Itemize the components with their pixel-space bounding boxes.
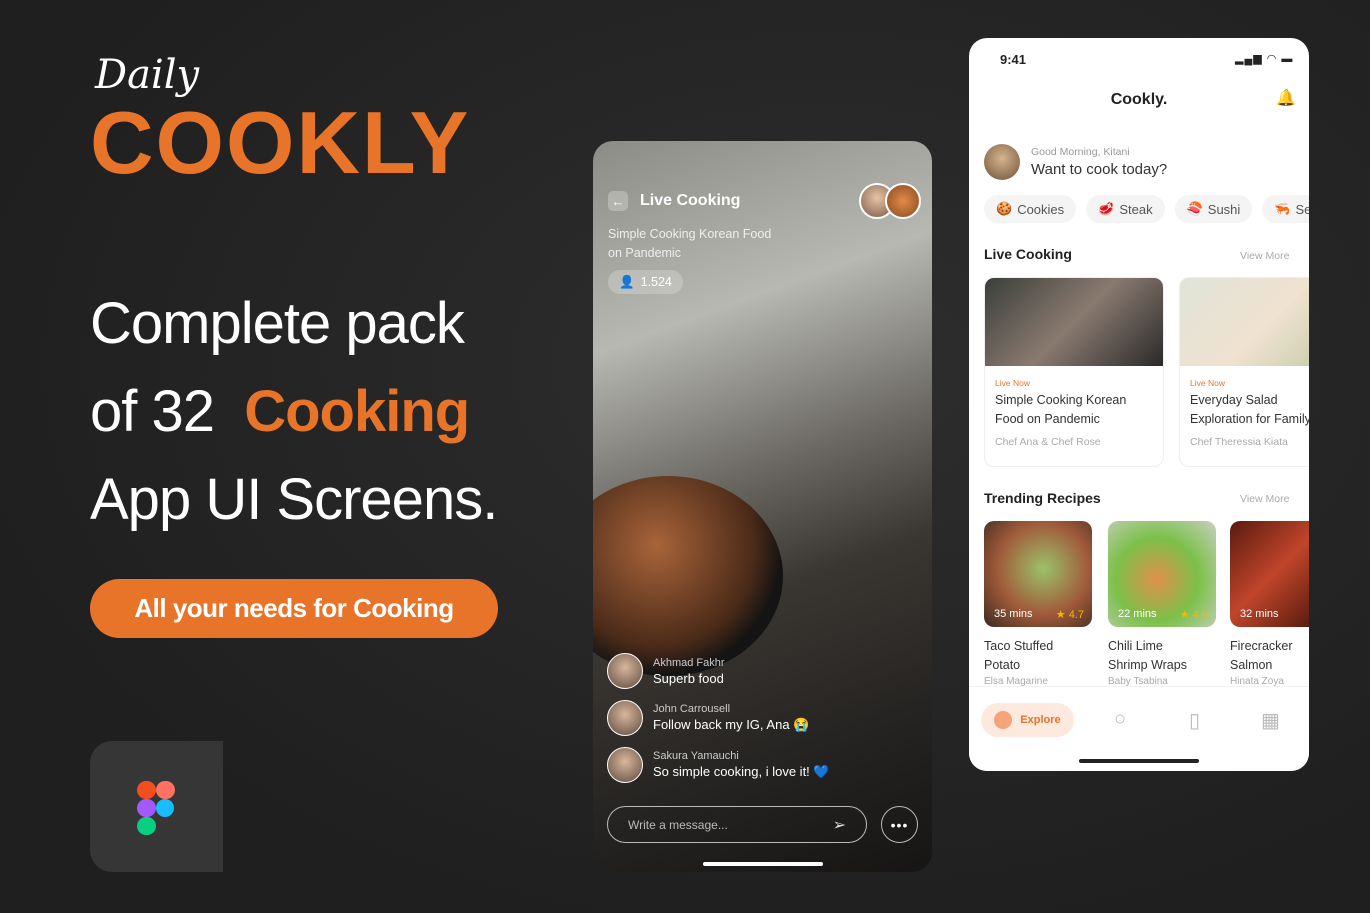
cookie-icon: 🍪	[996, 201, 1013, 216]
recipe-rating: ★ 4.6	[1179, 609, 1208, 621]
recipe-name: Firecracker	[1230, 639, 1293, 653]
cta-button[interactable]: All your needs for Cooking	[90, 579, 498, 638]
comment: Sakura Yamauchi So simple cooking, i love…	[607, 747, 830, 783]
cooking-photo	[593, 476, 783, 676]
recipe-card[interactable]: 35 mins ★ 4.7 Taco Stuffed Potato Elsa Mag…	[984, 521, 1092, 686]
chip-label: Steak	[1119, 201, 1153, 217]
nav-label: Explore	[1020, 714, 1061, 726]
recipe-name: Salmon	[1230, 658, 1273, 672]
bookmark-icon[interactable]: ▯	[1189, 708, 1200, 733]
card-chef: Chef Ana & Chef Rose	[995, 436, 1101, 448]
status-icons: ▂▄▆ ◠ ▬	[1235, 53, 1294, 65]
headline-accent: Cooking	[244, 379, 470, 444]
home-indicator	[1079, 759, 1199, 763]
headline-line-2: of 32 Cooking	[90, 378, 470, 445]
avatar	[607, 747, 643, 783]
recipe-author: Baby Tsabina	[1108, 676, 1168, 686]
figma-tile	[90, 741, 223, 872]
card-title: Exploration for Family	[1190, 412, 1309, 426]
live-cooking-screen: ← Live Cooking Simple Cooking Korean Foo…	[593, 141, 932, 872]
recipe-rating: ★ 4.7	[1055, 609, 1084, 621]
chip-label: Seafood	[1295, 201, 1310, 217]
recipe-card[interactable]: 22 mins ★ 4.6 Chili Lime Shrimp Wraps Baby…	[1108, 521, 1216, 686]
screen-title: Live Cooking	[640, 192, 741, 209]
app-title: Cookly.	[1110, 91, 1168, 108]
recipe-image: 32 mins★	[1230, 521, 1309, 627]
home-screen: 9:41 ▂▄▆ ◠ ▬ Cookly. 🔔 Good Morning, Kit…	[969, 38, 1309, 771]
chip-sushi[interactable]: 🍣 Sushi	[1174, 195, 1253, 223]
recipe-image: 35 mins ★ 4.7	[984, 521, 1092, 627]
chip-label: Cookies	[1017, 201, 1065, 217]
home-indicator	[703, 862, 823, 866]
comment-author: Sakura Yamauchi	[653, 750, 739, 762]
avatar	[607, 700, 643, 736]
viewer-count: 👤 1.524	[608, 270, 683, 294]
headline-text: of 32	[90, 379, 215, 444]
user-icon: 👤	[619, 274, 635, 289]
recipe-time: 32 mins	[1240, 608, 1279, 620]
card-title: Food on Pandemic	[995, 412, 1100, 426]
chip-cookies[interactable]: 🍪 Cookies	[984, 195, 1077, 223]
headline-line-3: App UI Screens.	[90, 467, 498, 532]
greeting-question: Want to cook today?	[1031, 161, 1168, 178]
category-chips: 🍪 Cookies 🥩 Steak 🍣 Sushi 🦐 Seafood	[984, 195, 1309, 223]
sushi-icon: 🍣	[1186, 201, 1203, 216]
comment-text: Follow back my IG, Ana 😭	[653, 717, 810, 732]
recipe-time: 22 mins	[1118, 608, 1157, 620]
message-placeholder: Write a message...	[628, 817, 728, 832]
greeting: Good Morning, Kitani	[1031, 146, 1130, 158]
message-input[interactable]: Write a message... ➢	[607, 806, 867, 843]
recipe-author: Hinata Zoya	[1230, 676, 1284, 686]
viewer-count-value: 1.524	[640, 275, 672, 289]
recipe-card[interactable]: 32 mins★ Firecracker Salmon Hinata Zoya	[1230, 521, 1309, 686]
live-badge: Live Now	[1190, 378, 1225, 388]
brand-logo: COOKLY	[90, 93, 471, 192]
comment: Akhmad Fakhr Superb food	[607, 653, 725, 689]
shrimp-icon: 🦐	[1274, 201, 1291, 216]
recipe-time: 35 mins	[994, 608, 1033, 620]
stream-subtitle: Simple Cooking Korean Food on Pandemic	[608, 227, 772, 260]
avatar	[607, 653, 643, 689]
card-title: Everyday Salad	[1190, 393, 1278, 407]
send-icon[interactable]: ➢	[833, 815, 846, 835]
recipe-image: 22 mins ★ 4.6	[1108, 521, 1216, 627]
more-options-button[interactable]: •••	[881, 806, 918, 843]
card-chef: Chef Theressia Kiata	[1190, 436, 1288, 448]
headline-line-1: Complete pack	[90, 291, 465, 356]
trending-heading: Trending Recipes	[984, 490, 1101, 506]
comment: John Carrousell Follow back my IG, Ana 😭	[607, 700, 809, 736]
view-more-link[interactable]: View More	[1240, 250, 1289, 262]
recipe-name: Shrimp Wraps	[1108, 658, 1187, 672]
recipe-author: Elsa Magarine	[984, 676, 1048, 686]
live-card[interactable]: Live Now Everyday Salad Exploration for …	[1179, 277, 1309, 467]
chip-label: Sushi	[1207, 201, 1241, 217]
host-avatar[interactable]	[885, 183, 921, 219]
live-badge: Live Now	[995, 378, 1030, 388]
recipe-name: Chili Lime	[1108, 639, 1163, 653]
live-card-image	[985, 278, 1163, 366]
recipe-name: Taco Stuffed	[984, 639, 1054, 653]
bell-icon[interactable]: 🔔	[1276, 88, 1296, 108]
comment-text: Superb food	[653, 670, 724, 686]
nav-explore[interactable]: Explore	[981, 703, 1074, 737]
chip-seafood[interactable]: 🦐 Seafood	[1262, 195, 1309, 223]
view-more-link[interactable]: View More	[1240, 493, 1289, 505]
comment-text: So simple cooking, i love it! 💙	[653, 764, 830, 779]
figma-icon	[137, 781, 175, 835]
card-title: Simple Cooking Korean	[995, 393, 1127, 407]
back-arrow-icon[interactable]: ←	[608, 191, 628, 211]
search-icon[interactable]: ○	[1114, 708, 1126, 731]
grid-icon[interactable]: ▦	[1261, 708, 1280, 733]
recipe-name: Potato	[984, 658, 1021, 672]
live-card-image	[1180, 278, 1309, 366]
live-cooking-heading: Live Cooking	[984, 246, 1072, 262]
chip-steak[interactable]: 🥩 Steak	[1086, 195, 1165, 223]
avatar[interactable]	[984, 144, 1020, 180]
status-time: 9:41	[1000, 52, 1027, 67]
steak-icon: 🥩	[1098, 201, 1115, 216]
comment-author: Akhmad Fakhr	[653, 656, 725, 669]
comment-author: John Carrousell	[653, 703, 731, 715]
live-card[interactable]: Live Now Simple Cooking Korean Food on P…	[984, 277, 1164, 467]
compass-icon	[994, 711, 1013, 729]
